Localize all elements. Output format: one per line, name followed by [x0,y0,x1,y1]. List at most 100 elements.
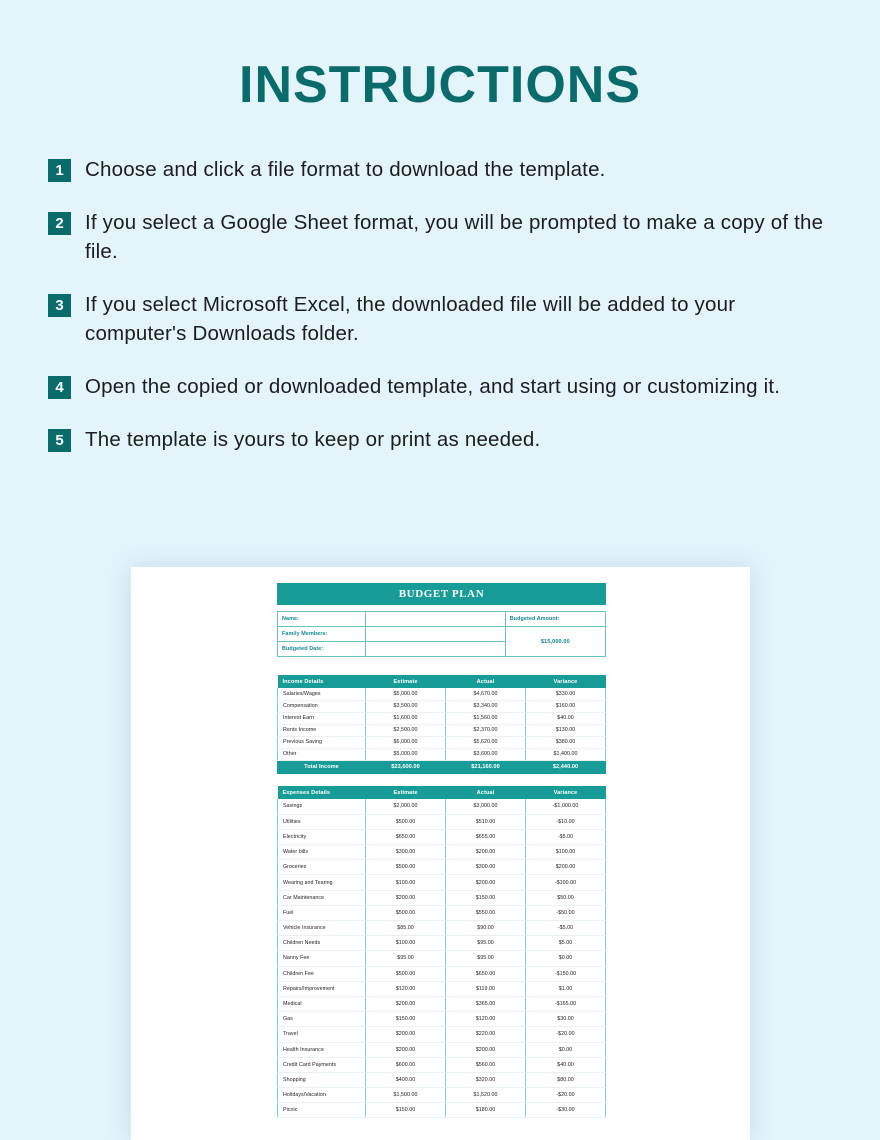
table-row: Water bills $300.00 $200.00 $100.00 [277,844,606,861]
table-row: Medical $200.00 $365.00 -$165.00 [277,996,606,1013]
info-row-name: Name: Budgeted Amount: [277,611,606,627]
row-label: Rents Income [277,724,366,737]
row-value: $3,000.00 [445,799,526,815]
row-value: $650.00 [365,829,446,846]
row-value: -$165.00 [525,996,606,1013]
table-row: Vehicle Insurance $85.00 $90.00 -$5.00 [277,920,606,937]
row-label: Holidays/Vacation [277,1087,366,1104]
row-value: $500.00 [365,859,446,876]
row-value: $0.00 [525,950,606,967]
row-label: Water bills [277,844,366,861]
row-value: $330.00 [525,688,606,701]
row-value: $119.00 [445,981,526,997]
row-value: $30.00 [525,1011,606,1028]
table-row: Fuel $500.00 $550.00 -$50.00 [277,905,606,922]
row-value: $2,000.00 [365,799,446,815]
instructions-list: 1 Choose and click a file format to downl… [48,155,832,454]
page-title: INSTRUCTIONS [239,56,641,114]
table-header-row: Expenses Details Estimate Actual Variance [277,786,606,799]
row-value: $1,400.00 [525,748,606,761]
row-value: $560.00 [445,1057,526,1073]
table-row: Previous Saving $6,000.00 $5,620.00 $380.00 [277,736,606,749]
row-value: -$30.00 [525,1102,606,1119]
row-value: $120.00 [445,1011,526,1028]
budgeted-amount-label: Budgeted Amount: [504,611,606,627]
row-value: $2,500.00 [365,724,446,737]
row-label: Shopping [277,1072,366,1089]
row-value: $40.00 [525,1057,606,1073]
column-header: Variance [525,786,606,799]
total-value: $2,440.00 [525,760,606,774]
row-label: Utilities [277,814,366,830]
total-value: $21,160.00 [445,760,526,774]
row-label: Repairs/Improvement [277,981,366,997]
table-row: Utilities $500.00 $510.00 -$10.00 [277,814,606,830]
row-value: $220.00 [445,1026,526,1043]
instruction-step: 4 Open the copied or downloaded template,… [48,372,832,401]
row-value: $100.00 [365,874,446,891]
total-row: Total Income $23,600.00 $21,160.00 $2,440.0… [277,760,606,774]
budgeted-date-value[interactable] [365,641,506,657]
row-value: $500.00 [365,814,446,830]
step-number-badge: 4 [48,376,71,399]
row-value: $200.00 [365,1026,446,1043]
step-number-badge: 3 [48,294,71,317]
table-row: Groceries $500.00 $300.00 $200.00 [277,859,606,876]
row-label: Car Maintenance [277,890,366,906]
row-value: $50.00 [525,890,606,906]
step-number-badge: 2 [48,212,71,235]
row-value: $130.00 [525,724,606,737]
row-value: $80.00 [525,1072,606,1089]
table-row: Shopping $400.00 $320.00 $80.00 [277,1072,606,1089]
budget-plan-sheet: BUDGET PLAN Name: Budgeted Amount: Famil… [277,583,606,1119]
row-value: $1,500.00 [365,1087,446,1104]
table-row: Nanny Fee $95.00 $95.00 $0.00 [277,950,606,967]
table-row: Repairs/Improvement $120.00 $119.00 $1.00 [277,981,606,997]
row-label: Gas [277,1011,366,1028]
row-value: $6,000.00 [365,736,446,749]
row-value: $300.00 [365,844,446,861]
table-row: Children Fee $500.00 $650.00 -$150.00 [277,966,606,982]
row-label: Other [277,748,366,761]
step-text: If you select a Google Sheet format, you… [85,211,824,263]
row-label: Picnic [277,1102,366,1119]
row-label: Nanny Fee [277,950,366,967]
row-value: -$150.00 [525,966,606,982]
row-label: Wearing and Tearing [277,874,366,891]
row-label: Previous Saving [277,736,366,749]
name-value[interactable] [365,611,506,627]
row-label: Credit Card Payments [277,1057,366,1073]
row-value: $200.00 [445,844,526,861]
row-value: -$20.00 [525,1087,606,1104]
row-label: Fuel [277,905,366,922]
row-value: $120.00 [365,981,446,997]
sheet-title: BUDGET PLAN [277,583,606,605]
row-label: Electricity [277,829,366,846]
instruction-step: 3 If you select Microsoft Excel, the down… [48,290,832,348]
row-value: $3,600.00 [445,748,526,761]
row-value: $5,620.00 [445,736,526,749]
row-value: $3,340.00 [445,700,526,713]
total-label: Total Income [277,760,366,774]
income-table: Income Details Estimate Actual Variance Sala… [277,675,606,774]
row-value: $95.00 [445,935,526,952]
table-row: Other $5,000.00 $3,600.00 $1,400.00 [277,748,606,761]
table-row: Credit Card Payments $600.00 $560.00 $40.00 [277,1057,606,1073]
row-value: $90.00 [445,920,526,937]
row-value: $5.00 [525,935,606,952]
row-value: $655.00 [445,829,526,846]
row-value: $0.00 [525,1042,606,1058]
family-members-value[interactable] [365,626,506,642]
row-value: $2,370.00 [445,724,526,737]
document-preview[interactable]: BUDGET PLAN Name: Budgeted Amount: Famil… [131,567,750,1140]
row-value: $1,560.00 [445,712,526,725]
instruction-step: 5 The template is yours to keep or print … [48,425,832,454]
row-value: -$20.00 [525,1026,606,1043]
row-label: Savings [277,799,366,815]
row-value: -$5.00 [525,829,606,846]
row-label: Travel [277,1026,366,1043]
row-value: $200.00 [525,859,606,876]
total-value: $23,600.00 [365,760,446,774]
row-value: $85.00 [365,920,446,937]
step-number-badge: 5 [48,429,71,452]
